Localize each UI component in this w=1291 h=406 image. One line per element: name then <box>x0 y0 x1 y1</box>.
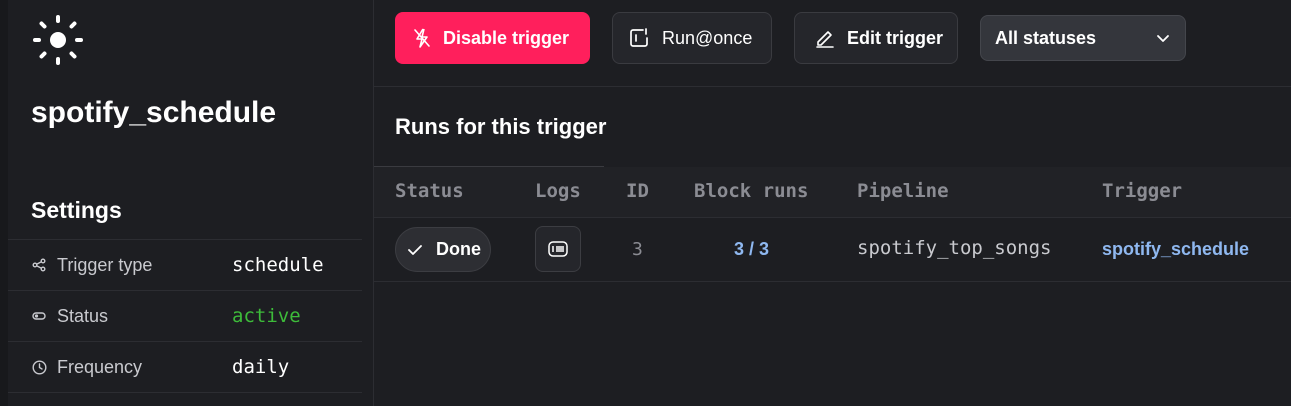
setting-value-active: active <box>232 305 301 327</box>
trigger-name: spotify_schedule <box>31 96 277 129</box>
column-header-id: ID <box>626 180 649 202</box>
setting-label: Frequency <box>57 356 143 377</box>
status-label: Done <box>436 239 481 259</box>
column-header-trigger: Trigger <box>1102 180 1183 202</box>
disable-trigger-label: Disable trigger <box>443 27 570 48</box>
run-once-icon <box>630 28 648 47</box>
table-header: Status Logs ID Block runs Pipeline Trigg… <box>374 167 1291 218</box>
status-filter-value: All statuses <box>995 27 1097 48</box>
clock-icon <box>31 359 47 375</box>
disable-trigger-button[interactable]: Disable trigger <box>395 12 590 64</box>
pencil-icon <box>816 31 834 48</box>
column-header-block-runs: Block runs <box>694 180 809 202</box>
setting-row-frequency: Frequency daily <box>8 341 362 393</box>
column-header-status: Status <box>395 180 464 202</box>
sidebar-edge <box>0 0 8 406</box>
setting-value: daily <box>232 356 290 378</box>
logs-button[interactable] <box>535 226 581 272</box>
column-header-logs: Logs <box>535 180 581 202</box>
setting-value: schedule <box>232 254 324 276</box>
toggle-icon <box>31 308 47 324</box>
chevron-down-icon <box>1157 35 1169 42</box>
run-once-label: Run@once <box>662 27 753 48</box>
check-icon <box>408 244 422 255</box>
share-icon <box>31 257 47 273</box>
lightning-off-icon <box>414 28 430 48</box>
settings-title: Settings <box>31 197 122 223</box>
sidebar: spotify_schedule Settings Trigger type s… <box>0 0 374 406</box>
setting-row-status: Status active <box>8 290 362 341</box>
setting-label: Trigger type <box>57 254 153 275</box>
toolbar: Disable trigger Run@once Edit trigger Al… <box>374 0 1291 87</box>
status-filter-select[interactable]: All statuses <box>980 15 1186 61</box>
edit-trigger-label: Edit trigger <box>847 27 944 48</box>
pipeline-name: spotify_top_songs <box>857 237 1052 259</box>
trigger-link[interactable]: spotify_schedule <box>1102 239 1249 260</box>
table-row: Done 3 3 / 3 spotify_top_songs spotify_s… <box>374 218 1291 282</box>
run-once-button[interactable]: Run@once <box>612 12 772 64</box>
status-badge[interactable]: Done <box>395 227 491 272</box>
column-header-pipeline: Pipeline <box>857 180 949 202</box>
run-id: 3 <box>632 239 643 260</box>
logs-icon <box>548 241 568 257</box>
runs-title: Runs for this trigger <box>395 114 607 139</box>
sun-icon <box>33 15 83 65</box>
block-runs-link[interactable]: 3 / 3 <box>734 239 769 260</box>
setting-label: Status <box>57 305 109 326</box>
edit-trigger-button[interactable]: Edit trigger <box>794 12 958 64</box>
setting-row-trigger-type: Trigger type schedule <box>8 239 362 290</box>
